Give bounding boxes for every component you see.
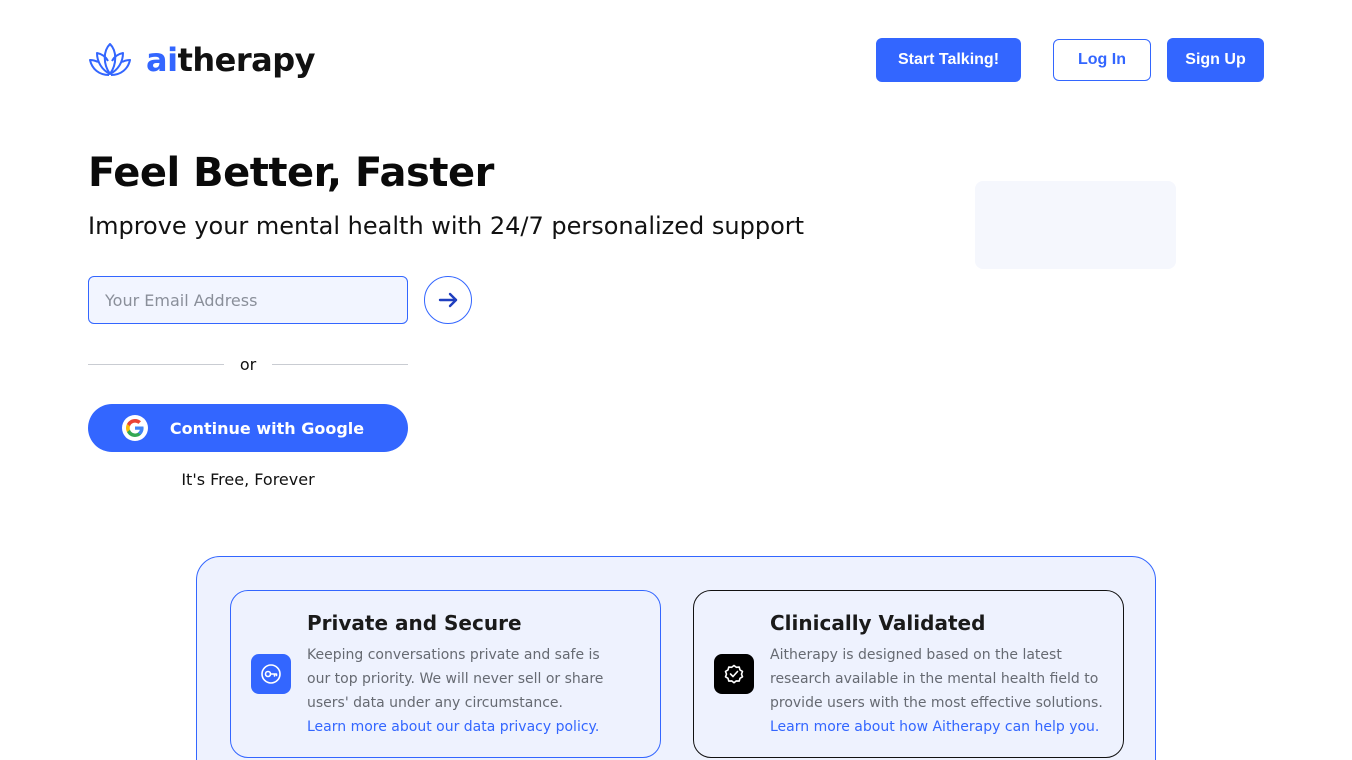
logo-text: aitherapy	[146, 40, 315, 80]
feature-body: Aitherapy is designed based on the lates…	[770, 643, 1105, 739]
learn-more-link[interactable]: Learn more about how Aitherapy can help …	[770, 715, 1105, 739]
hero-subtitle: Improve your mental health with 24/7 per…	[88, 212, 805, 240]
feature-title: Clinically Validated	[770, 611, 986, 635]
logo-text-rest: therapy	[177, 41, 316, 79]
google-icon	[121, 415, 148, 441]
hero-title: Feel Better, Faster	[88, 150, 494, 196]
free-text: It's Free, Forever	[181, 470, 315, 489]
feature-title: Private and Secure	[307, 611, 522, 635]
or-divider: or	[88, 352, 408, 376]
divider-line-right	[272, 363, 408, 365]
hero-image-placeholder	[975, 181, 1176, 269]
feature-body-text: Keeping conversations private and safe i…	[307, 647, 604, 711]
email-submit-button[interactable]	[424, 276, 472, 324]
site-header: aitherapy Start Talking! Log In Sign Up	[0, 0, 1352, 120]
divider-line-left	[88, 363, 224, 365]
lotus-icon	[89, 43, 131, 76]
email-input[interactable]	[88, 276, 408, 324]
feature-body-text: Aitherapy is designed based on the lates…	[770, 647, 1103, 711]
start-talking-button[interactable]: Start Talking!	[876, 38, 1021, 82]
arrow-right-icon	[438, 292, 458, 308]
logo-text-accent: ai	[146, 41, 178, 79]
signup-button[interactable]: Sign Up	[1167, 38, 1264, 82]
or-text: or	[239, 354, 257, 374]
features-panel: Private and Secure Keeping conversations…	[196, 556, 1156, 760]
feature-icon-container	[714, 654, 754, 694]
feature-card-private: Private and Secure Keeping conversations…	[230, 590, 661, 758]
login-button[interactable]: Log In	[1053, 39, 1151, 81]
key-icon	[261, 664, 281, 684]
verified-badge-icon	[724, 664, 744, 684]
feature-icon-container	[251, 654, 291, 694]
continue-with-google-button[interactable]: Continue with Google	[88, 404, 408, 452]
privacy-policy-link[interactable]: Learn more about our data privacy policy…	[307, 715, 617, 739]
logo[interactable]: aitherapy	[88, 40, 315, 80]
feature-card-clinical: Clinically Validated Aitherapy is design…	[693, 590, 1124, 758]
feature-body: Keeping conversations private and safe i…	[307, 643, 617, 739]
google-button-label: Continue with Google	[169, 418, 365, 438]
